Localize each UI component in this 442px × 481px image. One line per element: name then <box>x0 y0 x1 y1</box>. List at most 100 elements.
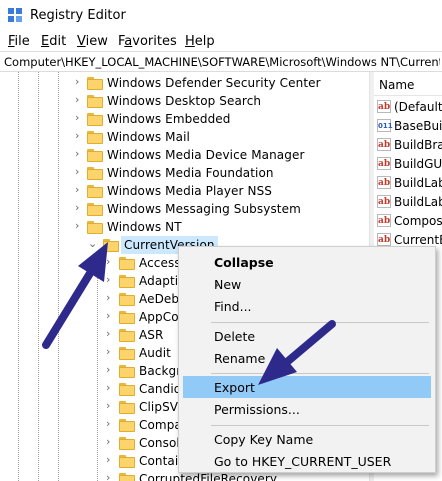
chevron-right-icon[interactable]: › <box>106 328 116 340</box>
folder-icon <box>119 383 135 396</box>
folder-icon <box>87 203 103 216</box>
chevron-right-icon[interactable]: › <box>75 94 85 106</box>
folder-icon <box>87 149 103 162</box>
chevron-right-icon[interactable]: › <box>106 454 116 466</box>
tree-item-label: Windows Media Foundation <box>107 166 274 180</box>
tree-item[interactable]: › Windows Embedded <box>0 110 369 128</box>
chevron-right-icon[interactable]: › <box>106 400 116 412</box>
chevron-right-icon[interactable]: › <box>106 436 116 448</box>
menu-item-rename[interactable]: Rename <box>183 347 431 369</box>
menu-separator <box>211 425 429 426</box>
value-row[interactable]: abBuildLabEx <box>374 192 442 211</box>
folder-icon <box>103 239 119 252</box>
tree-item-label: ASR <box>139 328 164 342</box>
menu-bar: File Edit View Favorites Help <box>0 31 442 51</box>
folder-icon <box>119 347 135 360</box>
value-name: Composition <box>394 214 442 228</box>
folder-icon <box>87 221 103 234</box>
chevron-down-icon[interactable]: ⌄ <box>88 238 98 250</box>
folder-icon <box>119 401 135 414</box>
address-bar[interactable]: Computer\HKEY_LOCAL_MACHINE\SOFTWARE\Mic… <box>0 51 442 72</box>
menu-help[interactable]: Help <box>185 34 215 49</box>
tree-item[interactable]: › Windows Messaging Subsystem <box>0 200 369 218</box>
menu-item-export[interactable]: Export <box>183 376 431 398</box>
folder-icon <box>119 275 135 288</box>
value-name: BuildGUID <box>394 157 442 171</box>
chevron-right-icon[interactable]: › <box>106 418 116 430</box>
string-value-icon: ab <box>377 233 391 246</box>
value-row[interactable]: 011BaseBuild <box>374 116 442 135</box>
menu-item-find[interactable]: Find... <box>183 295 431 317</box>
menu-favorites[interactable]: Favorites <box>118 34 177 49</box>
folder-icon <box>119 419 135 432</box>
tree-item[interactable]: › Windows Media Player NSS <box>0 182 369 200</box>
tree-item[interactable]: › Windows Defender Security Center <box>0 74 369 92</box>
chevron-right-icon[interactable]: › <box>106 472 116 481</box>
value-row[interactable]: ab (Default) <box>374 97 442 116</box>
column-header-label: Name <box>379 78 415 92</box>
tree-item[interactable]: › Windows NT <box>0 218 369 236</box>
chevron-right-icon[interactable]: › <box>75 184 85 196</box>
value-row[interactable]: abBuildGUID <box>374 154 442 173</box>
tree-item[interactable]: › Windows Desktop Search <box>0 92 369 110</box>
tree-item-label: Windows Desktop Search <box>107 94 262 108</box>
menu-edit[interactable]: Edit <box>41 34 66 49</box>
address-path[interactable]: Computer\HKEY_LOCAL_MACHINE\SOFTWARE\Mic… <box>4 55 440 69</box>
chevron-right-icon[interactable]: › <box>106 382 116 394</box>
menu-item-collapse[interactable]: Collapse <box>183 251 431 273</box>
folder-icon <box>87 113 103 126</box>
menu-view[interactable]: View <box>77 34 108 49</box>
chevron-right-icon[interactable]: › <box>75 76 85 88</box>
context-menu: Collapse New › Find... Delete Rename Expo… <box>178 246 436 473</box>
column-header-name[interactable]: Name <box>374 72 442 96</box>
tree-item-label: Windows Defender Security Center <box>107 76 321 90</box>
value-name: BuildBranch <box>394 138 442 152</box>
chevron-right-icon[interactable]: › <box>75 130 85 142</box>
string-value-icon: ab <box>377 195 391 208</box>
folder-icon <box>87 167 103 180</box>
chevron-right-icon[interactable]: › <box>75 166 85 178</box>
chevron-right-icon[interactable]: › <box>75 112 85 124</box>
folder-icon <box>119 257 135 270</box>
value-name: BuildLabEx <box>394 195 442 209</box>
folder-icon <box>87 131 103 144</box>
tree-item[interactable]: › Windows Mail <box>0 128 369 146</box>
value-name: CurrentBuild <box>394 233 442 247</box>
menu-item-copy-key-name[interactable]: Copy Key Name <box>183 428 431 450</box>
menu-file[interactable]: File <box>8 34 30 49</box>
tree-item[interactable]: › Windows Media Foundation <box>0 164 369 182</box>
folder-icon <box>119 437 135 450</box>
tree-item-label: Windows Messaging Subsystem <box>107 202 301 216</box>
string-value-icon: ab <box>377 176 391 189</box>
folder-icon <box>87 95 103 108</box>
chevron-right-icon[interactable]: › <box>75 220 85 232</box>
menu-item-new[interactable]: New › <box>183 273 431 295</box>
chevron-right-icon[interactable]: › <box>106 346 116 358</box>
string-value-icon: ab <box>377 100 391 113</box>
menu-item-goto-hkcu[interactable]: Go to HKEY_CURRENT_USER <box>183 450 431 472</box>
chevron-right-icon[interactable]: › <box>106 292 116 304</box>
value-row[interactable]: ab BuildLab <box>374 173 442 192</box>
folder-icon <box>119 473 135 481</box>
tree-item-label: Windows Media Player NSS <box>107 184 273 198</box>
value-row[interactable]: abComposition <box>374 211 442 230</box>
tree-item-label: Windows Mail <box>107 130 190 144</box>
tree-item[interactable]: › Windows Media Device Manager <box>0 146 369 164</box>
menu-item-permissions[interactable]: Permissions... <box>183 398 431 420</box>
chevron-right-icon: › <box>214 277 219 292</box>
chevron-right-icon[interactable]: › <box>106 364 116 376</box>
menu-item-delete[interactable]: Delete <box>183 325 431 347</box>
value-name: (Default) <box>394 100 442 114</box>
folder-icon <box>87 185 103 198</box>
chevron-right-icon[interactable]: › <box>106 274 116 286</box>
folder-icon <box>119 365 135 378</box>
menu-separator <box>211 373 429 374</box>
chevron-right-icon[interactable]: › <box>75 148 85 160</box>
value-row[interactable]: abBuildBranch <box>374 135 442 154</box>
tree-item-label: Windows NT <box>107 220 182 234</box>
chevron-right-icon[interactable]: › <box>106 256 116 268</box>
menu-separator <box>211 322 429 323</box>
value-name: BaseBuild <box>394 119 442 133</box>
chevron-right-icon[interactable]: › <box>106 310 116 322</box>
chevron-right-icon[interactable]: › <box>75 202 85 214</box>
